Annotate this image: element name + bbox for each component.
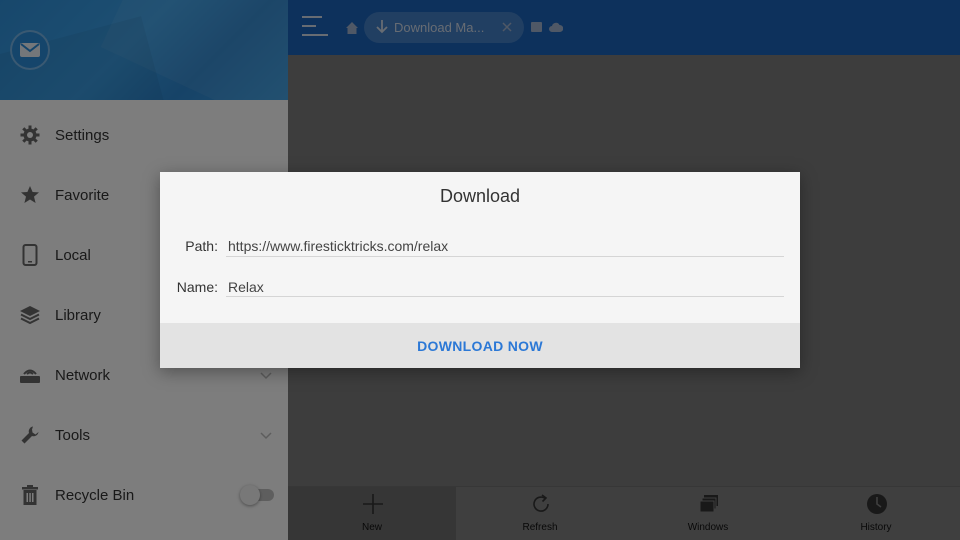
dialog-title: Download xyxy=(439,186,521,206)
path-field[interactable]: https://www.firesticktricks.com/relax xyxy=(228,238,448,254)
name-underline xyxy=(226,296,784,297)
name-label: Name: xyxy=(176,279,218,295)
path-underline xyxy=(226,256,784,257)
download-now-button[interactable]: DOWNLOAD NOW xyxy=(160,323,800,368)
name-field[interactable]: Relax xyxy=(228,279,264,295)
path-label: Path: xyxy=(185,238,218,254)
download-dialog: Download Path: https://www.firesticktric… xyxy=(160,172,800,368)
